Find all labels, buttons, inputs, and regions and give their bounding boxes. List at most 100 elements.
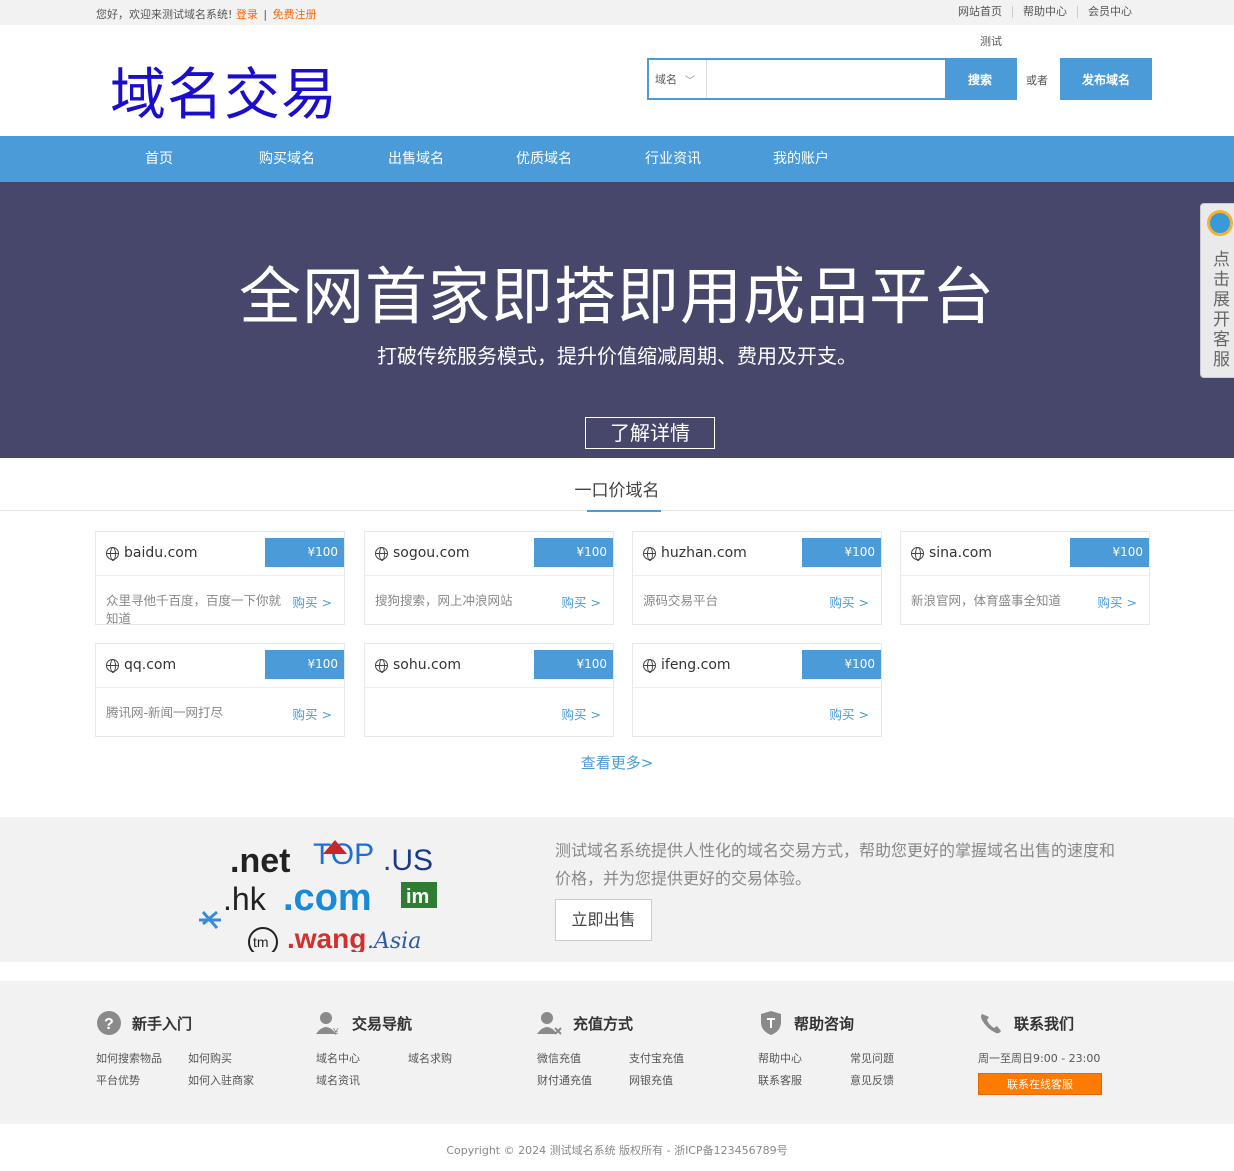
logo-top: TOP [313, 838, 374, 871]
globe-icon [106, 547, 119, 561]
logo-tm: tm [253, 934, 269, 950]
footer-link[interactable]: 微信充值 [537, 1050, 581, 1066]
logo-com: .com [283, 877, 372, 919]
globe-icon [643, 547, 656, 561]
footer-heading: 充值方式 [573, 1015, 634, 1033]
logo-wang: .wang [287, 923, 366, 952]
logo-net: .net [230, 842, 290, 880]
domain-card[interactable]: sina.com ¥100 新浪官网，体育盛事全知道 购买 > [900, 531, 1150, 625]
search-bar: 域名 ﹀ 搜索 [647, 58, 1017, 100]
welcome-area: 您好，欢迎来测试域名系统! 登录 | 免费注册 [96, 6, 317, 22]
section-title-underline [587, 510, 661, 512]
promo-section: .net TOP .US .hk .com im tm .wang .Asia … [0, 817, 1234, 962]
nav-item-sell[interactable]: 出售域名 [388, 136, 444, 182]
search-button[interactable]: 搜索 [945, 60, 1015, 98]
footer-link[interactable]: 平台优势 [96, 1072, 140, 1088]
domain-name[interactable]: baidu.com [124, 545, 197, 561]
domain-card[interactable]: sohu.com ¥100 购买 > [364, 643, 614, 737]
buy-link[interactable]: 购买 > [830, 704, 869, 723]
svg-text:¥: ¥ [332, 1027, 339, 1036]
domain-card[interactable]: sogou.com ¥100 搜狗搜索，网上冲浪网站 购买 > [364, 531, 614, 625]
site-home-link[interactable]: 网站首页 [948, 6, 1012, 18]
buy-link[interactable]: 购买 > [293, 592, 332, 611]
footer-link[interactable]: 意见反馈 [850, 1072, 894, 1088]
help-center-link[interactable]: 帮助中心 [1012, 6, 1077, 18]
domain-card[interactable]: huzhan.com ¥100 源码交易平台 购买 > [632, 531, 882, 625]
domain-desc: 众里寻他千百度，百度一下你就知道 [106, 593, 282, 626]
domain-card[interactable]: ifeng.com ¥100 购买 > [632, 643, 882, 737]
buy-link[interactable]: 购买 > [830, 592, 869, 611]
register-link[interactable]: 免费注册 [273, 8, 317, 21]
phone-icon [981, 1014, 1001, 1034]
footer-heading: 交易导航 [352, 1015, 413, 1033]
globe-icon [911, 547, 924, 561]
top-bar: 您好，欢迎来测试域名系统! 登录 | 免费注册 网站首页 帮助中心 会员中心 [0, 0, 1234, 25]
learn-more-button[interactable]: 了解详情 [585, 417, 715, 449]
nav-item-account[interactable]: 我的账户 [773, 136, 829, 182]
view-more-link[interactable]: 查看更多> [0, 752, 1234, 773]
question-icon: ? [97, 1011, 121, 1035]
sell-now-button[interactable]: 立即出售 [555, 899, 652, 941]
customer-service-tab[interactable]: 点击展开客服 [1200, 203, 1234, 378]
logo-im: im [406, 886, 429, 908]
footer-link[interactable]: 如何购买 [188, 1050, 232, 1066]
nav-item-premium[interactable]: 优质域名 [516, 136, 572, 182]
domain-suffix-logos: .net TOP .US .hk .com im tm .wang .Asia [199, 838, 437, 952]
member-center-link[interactable]: 会员中心 [1077, 6, 1142, 18]
login-link[interactable]: 登录 [236, 8, 258, 21]
domain-desc: 源码交易平台 [643, 593, 719, 608]
footer-link[interactable]: 如何入驻商家 [188, 1072, 254, 1088]
snowflake-icon [199, 910, 221, 929]
footer-link[interactable]: 网银充值 [629, 1072, 673, 1088]
price-tag: ¥100 [265, 650, 344, 679]
domain-desc: 搜狗搜索，网上冲浪网站 [375, 593, 513, 608]
footer-link[interactable]: 财付通充值 [537, 1072, 592, 1088]
domain-name[interactable]: huzhan.com [661, 545, 747, 561]
logo-us: .US [383, 844, 433, 877]
nav-item-buy[interactable]: 购买域名 [259, 136, 315, 182]
contact-online-service-button[interactable]: 联系在线客服 [978, 1073, 1102, 1095]
footer-heading: 新手入门 [132, 1015, 193, 1033]
footer-link[interactable]: 域名中心 [316, 1050, 360, 1066]
footer-link[interactable]: 帮助中心 [758, 1050, 802, 1066]
footer-link[interactable]: 域名资讯 [316, 1072, 360, 1088]
domain-name[interactable]: qq.com [124, 657, 176, 673]
domain-name[interactable]: sogou.com [393, 545, 470, 561]
search-input[interactable] [707, 60, 945, 98]
domain-name[interactable]: sohu.com [393, 657, 461, 673]
footer-link[interactable]: 联系客服 [758, 1072, 802, 1088]
banner-title: 全网首家即搭即用成品平台 [238, 260, 995, 333]
top-links: 网站首页 帮助中心 会员中心 [948, 6, 1142, 18]
buy-link[interactable]: 购买 > [562, 592, 601, 611]
footer-link[interactable]: 域名求购 [408, 1050, 452, 1066]
card-header: baidu.com ¥100 [96, 532, 344, 576]
search-type-select[interactable]: 域名 ﹀ [649, 60, 707, 98]
footer-heading: 帮助咨询 [794, 1015, 855, 1033]
footer-link[interactable]: 常见问题 [850, 1050, 894, 1066]
footer-link[interactable]: 支付宝充值 [629, 1050, 684, 1066]
domain-card[interactable]: baidu.com ¥100 众里寻他千百度，百度一下你就知道 购买 > [95, 531, 345, 626]
nav-item-home[interactable]: 首页 [145, 136, 173, 182]
hero-banner: 全网首家即搭即用成品平台 打破传统服务模式，提升价值缩减周期、费用及开支。 了解… [0, 182, 1234, 458]
footer-link[interactable]: 如何搜索物品 [96, 1050, 162, 1066]
nav-item-news[interactable]: 行业资讯 [645, 136, 701, 182]
domain-desc: 腾讯网-新闻一网打尽 [106, 705, 224, 720]
logo-asia: .Asia [367, 929, 421, 952]
publish-domain-button[interactable]: 发布域名 [1060, 58, 1152, 100]
section-title: 一口价域名 [574, 481, 660, 501]
domain-name[interactable]: ifeng.com [661, 657, 731, 673]
user-pay-icon [537, 1012, 562, 1035]
buy-link[interactable]: 购买 > [293, 704, 332, 723]
site-logo[interactable]: 域名交易 [110, 50, 338, 131]
domain-card[interactable]: qq.com ¥100 腾讯网-新闻一网打尽 购买 > [95, 643, 345, 737]
domain-name[interactable]: sina.com [929, 545, 992, 561]
card-header: sogou.com ¥100 [365, 532, 613, 576]
globe-icon [643, 659, 656, 673]
buy-link[interactable]: 购买 > [1098, 592, 1137, 611]
main-nav: 首页 购买域名 出售域名 优质域名 行业资讯 我的账户 [0, 136, 1234, 182]
copyright: Copyright © 2024 测试域名系统 版权所有 - 浙ICP备1234… [446, 1144, 788, 1157]
price-tag: ¥100 [1070, 538, 1149, 567]
buy-link[interactable]: 购买 > [562, 704, 601, 723]
domain-desc: 新浪官网，体育盛事全知道 [911, 593, 1062, 608]
banner-subtitle: 打破传统服务模式，提升价值缩减周期、费用及开支。 [377, 344, 857, 368]
